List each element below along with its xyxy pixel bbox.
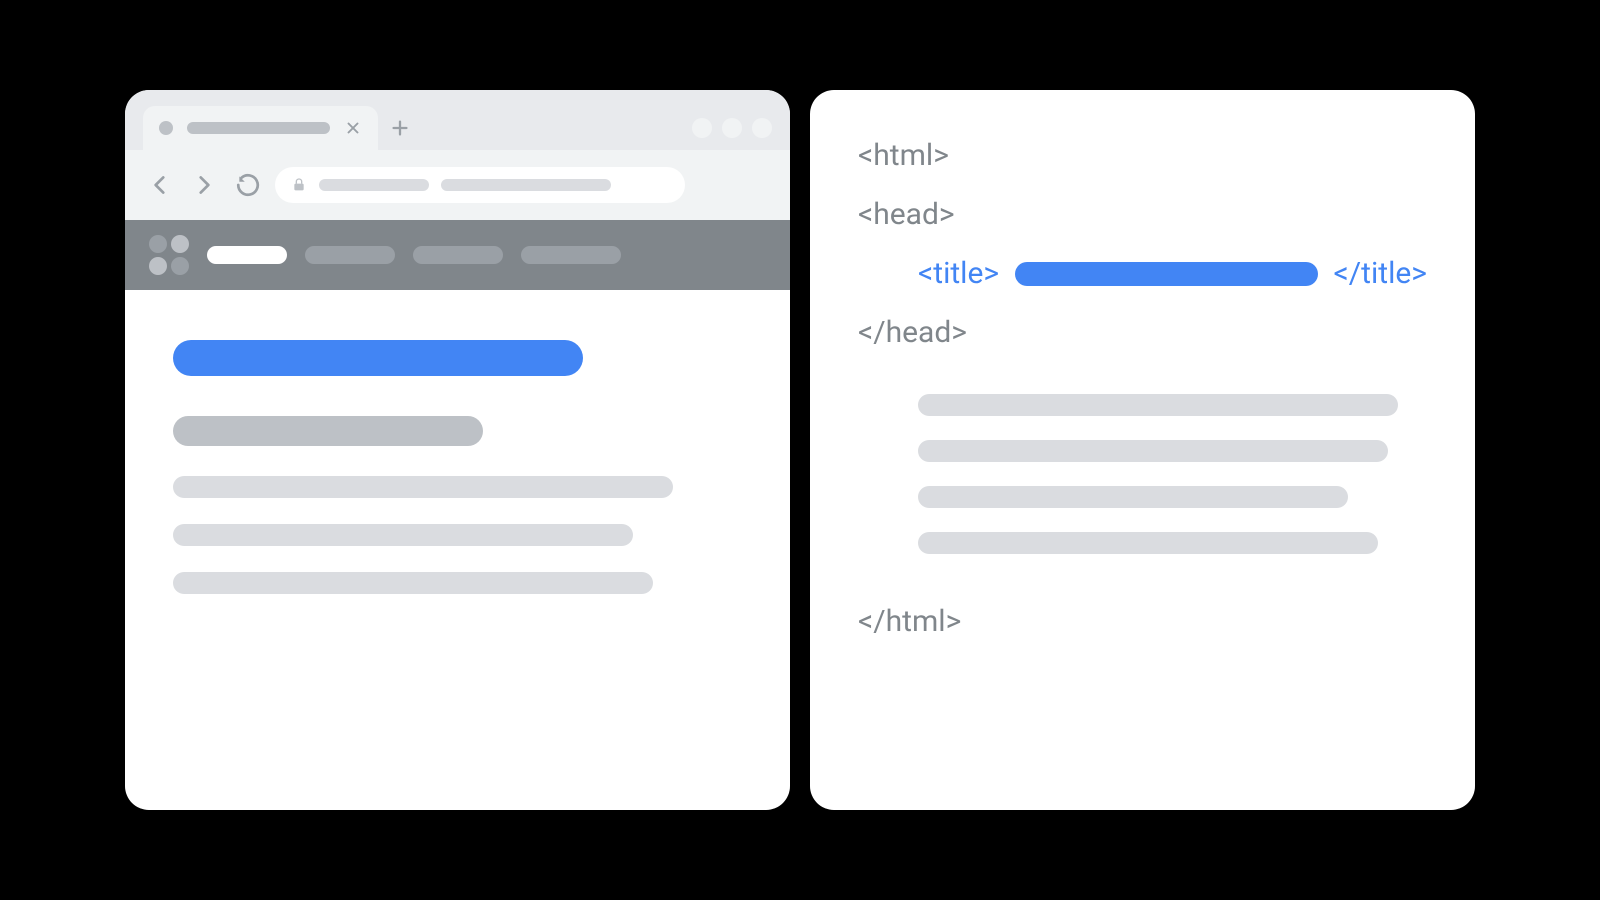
back-button[interactable] xyxy=(143,168,177,202)
title-content-placeholder xyxy=(1015,262,1317,286)
browser-tab[interactable] xyxy=(143,106,378,150)
forward-button[interactable] xyxy=(187,168,221,202)
window-control-dot[interactable] xyxy=(722,118,742,138)
page-title-placeholder xyxy=(173,340,583,376)
code-line-placeholder xyxy=(918,394,1398,416)
code-line-placeholder xyxy=(918,486,1348,508)
code-body-placeholder xyxy=(858,394,1427,554)
tab-strip xyxy=(125,90,790,150)
code-tag-html-open: <html> xyxy=(858,138,1427,173)
site-nav-item[interactable] xyxy=(521,246,621,264)
favicon-placeholder-icon xyxy=(159,121,173,135)
page-subheading-placeholder xyxy=(173,416,483,446)
diagram-stage: <html> <head> <title> </title> </head> <… xyxy=(0,0,1600,900)
site-logo-icon xyxy=(149,235,189,275)
lock-icon xyxy=(291,177,307,193)
code-tag-title-open: <title> xyxy=(918,256,999,291)
text-line-placeholder xyxy=(173,572,653,594)
url-segment xyxy=(319,179,429,191)
code-line-placeholder xyxy=(918,440,1388,462)
close-tab-icon[interactable] xyxy=(344,119,362,137)
window-controls xyxy=(692,106,772,150)
site-nav-item[interactable] xyxy=(413,246,503,264)
site-nav-item[interactable] xyxy=(207,246,287,264)
code-line-placeholder xyxy=(918,532,1378,554)
browser-toolbar xyxy=(125,150,790,220)
site-nav-item[interactable] xyxy=(305,246,395,264)
window-control-dot[interactable] xyxy=(692,118,712,138)
page-content xyxy=(125,290,790,810)
code-title-element: <title> </title> xyxy=(858,256,1427,291)
site-nav xyxy=(207,246,621,264)
code-tag-html-close: </html> xyxy=(858,604,1427,639)
tab-title-placeholder xyxy=(187,122,330,134)
html-code-panel: <html> <head> <title> </title> </head> <… xyxy=(810,90,1475,810)
text-line-placeholder xyxy=(173,476,673,498)
address-bar[interactable] xyxy=(275,167,685,203)
code-tag-head-open: <head> xyxy=(858,197,1427,232)
code-tag-head-close: </head> xyxy=(858,315,1427,350)
url-segment xyxy=(441,179,611,191)
text-line-placeholder xyxy=(173,524,633,546)
code-tag-title-close: </title> xyxy=(1334,256,1427,291)
new-tab-icon[interactable] xyxy=(378,106,422,150)
site-header xyxy=(125,220,790,290)
paragraph-placeholder xyxy=(173,476,742,594)
browser-window-mock xyxy=(125,90,790,810)
window-control-dot[interactable] xyxy=(752,118,772,138)
reload-button[interactable] xyxy=(231,168,265,202)
